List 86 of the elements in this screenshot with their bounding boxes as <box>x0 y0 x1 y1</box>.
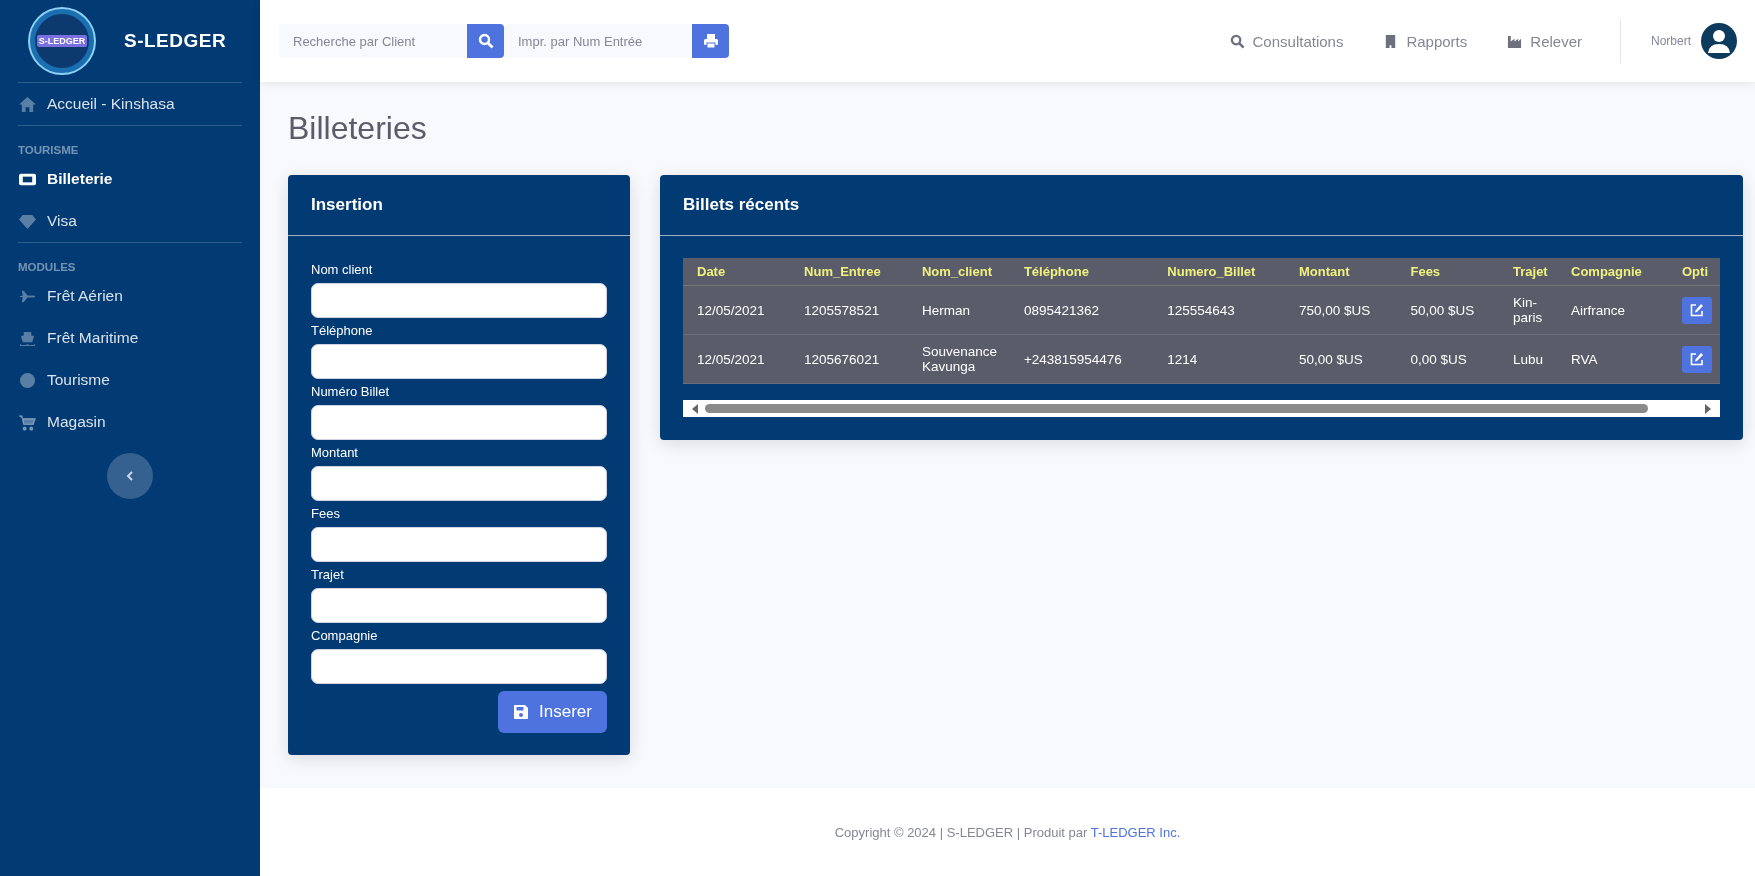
table-cell: 1205578521 <box>790 285 908 335</box>
edit-icon <box>1690 303 1704 317</box>
input-field[interactable] <box>311 527 607 562</box>
sidebar-item[interactable]: Frêt Maritime <box>18 317 242 359</box>
table-cell: 1205676021 <box>790 334 908 384</box>
cart-icon <box>18 413 37 431</box>
table-cell: 1214 <box>1153 334 1285 384</box>
table-cell: 50,00 $US <box>1396 285 1499 335</box>
input-field[interactable] <box>311 405 607 440</box>
home-icon <box>18 95 37 113</box>
table-cell: Airfrance <box>1557 285 1668 335</box>
field-label: Trajet <box>311 567 345 582</box>
edit-button[interactable] <box>1682 296 1712 324</box>
input-field[interactable] <box>311 649 607 684</box>
search-button[interactable] <box>467 24 504 58</box>
table-cell: 12/05/2021 <box>683 334 791 384</box>
table-cell: Souvenance Kavunga <box>907 334 1010 384</box>
section-heading: MODULES <box>18 261 77 273</box>
table-cell: 12/05/2021 <box>683 285 791 335</box>
table-cell: Kin-paris <box>1499 285 1557 335</box>
sidebar-item[interactable]: Accueil - Kinshasa <box>18 83 242 125</box>
column-header: Date <box>683 258 791 286</box>
sidebar-item[interactable]: Tourisme <box>18 359 242 401</box>
card-title: Billets récents <box>660 175 1743 236</box>
insert-button[interactable]: Inserer <box>498 691 607 733</box>
table-cell: Herman <box>907 285 1010 335</box>
column-header: Téléphone <box>1009 258 1154 286</box>
column-header: Nom_client <box>907 258 1010 286</box>
company-link[interactable]: T-LEDGER Inc. <box>1090 824 1181 840</box>
table-cell: 50,00 $US <box>1284 334 1397 384</box>
nav-link[interactable]: Relever <box>1507 32 1582 50</box>
chevron-left-icon <box>126 471 134 481</box>
copyright-text: Copyright © 2024 | S-LEDGER | Produit par T-LEDGER Inc. <box>834 824 1181 840</box>
table-cell: 750,00 $US <box>1284 285 1397 335</box>
nav-link[interactable]: Consultations <box>1229 32 1344 50</box>
factory-icon <box>1507 33 1523 49</box>
field-label: Fees <box>311 506 341 521</box>
column-header: Fees <box>1396 258 1499 286</box>
scroll-left-icon[interactable] <box>691 403 699 414</box>
scrollbar-thumb[interactable] <box>705 404 1648 413</box>
column-header: Numero_Billet <box>1153 258 1285 286</box>
column-header: Trajet <box>1499 258 1557 286</box>
section-heading: TOURISME <box>18 144 80 156</box>
diamond-icon <box>18 212 37 230</box>
avatar-icon[interactable] <box>1701 23 1737 59</box>
print-button[interactable] <box>692 24 729 58</box>
edit-icon <box>1690 352 1704 366</box>
print-field[interactable]: Impr. par Num Entrée <box>504 24 692 58</box>
card-title: Insertion <box>288 175 630 236</box>
sidebar-item[interactable]: Billeterie <box>18 158 242 200</box>
printer-icon <box>702 33 719 49</box>
sidebar-item[interactable]: Frêt Aérien <box>18 275 242 317</box>
field-label: Téléphone <box>311 323 374 338</box>
input-field[interactable] <box>311 588 607 623</box>
table-cell: 0,00 $US <box>1396 334 1499 384</box>
sidebar-item[interactable]: Visa <box>18 200 242 242</box>
search-icon <box>1229 33 1245 49</box>
input-field[interactable] <box>311 283 607 318</box>
page-title: Billeteries <box>288 110 428 147</box>
column-header: Num_Entree <box>790 258 908 286</box>
table-cell: RVA <box>1557 334 1668 384</box>
scroll-right-icon[interactable] <box>1704 403 1712 414</box>
table-cell: +243815954476 <box>1009 334 1154 384</box>
field-label: Nom client <box>311 262 374 277</box>
sidebar-item[interactable]: Magasin <box>18 401 242 443</box>
field-label: Montant <box>311 445 359 460</box>
table-cell: 125554643 <box>1153 285 1285 335</box>
table-cell: Lubu <box>1499 334 1557 384</box>
nav-link[interactable]: Rapports <box>1383 32 1468 50</box>
column-header: Opti <box>1668 258 1720 286</box>
table-cell: 0895421362 <box>1009 285 1154 335</box>
input-field[interactable] <box>311 466 607 501</box>
edit-button[interactable] <box>1682 345 1712 373</box>
horizontal-scrollbar[interactable] <box>683 400 1720 417</box>
column-header: Compagnie <box>1557 258 1668 286</box>
logo-text: S-LEDGER <box>36 35 88 47</box>
field-label: Numéro Billet <box>311 384 391 399</box>
user-name: Norbert <box>1651 34 1691 48</box>
save-icon <box>513 704 530 720</box>
search-icon <box>477 33 494 49</box>
brand-name: S-LEDGER <box>124 30 227 52</box>
input-field[interactable] <box>311 344 607 379</box>
column-header: Montant <box>1284 258 1397 286</box>
search-field[interactable]: Recherche par Client <box>279 24 467 58</box>
field-label: Compagnie <box>311 628 379 643</box>
collapse-button[interactable] <box>107 453 153 499</box>
